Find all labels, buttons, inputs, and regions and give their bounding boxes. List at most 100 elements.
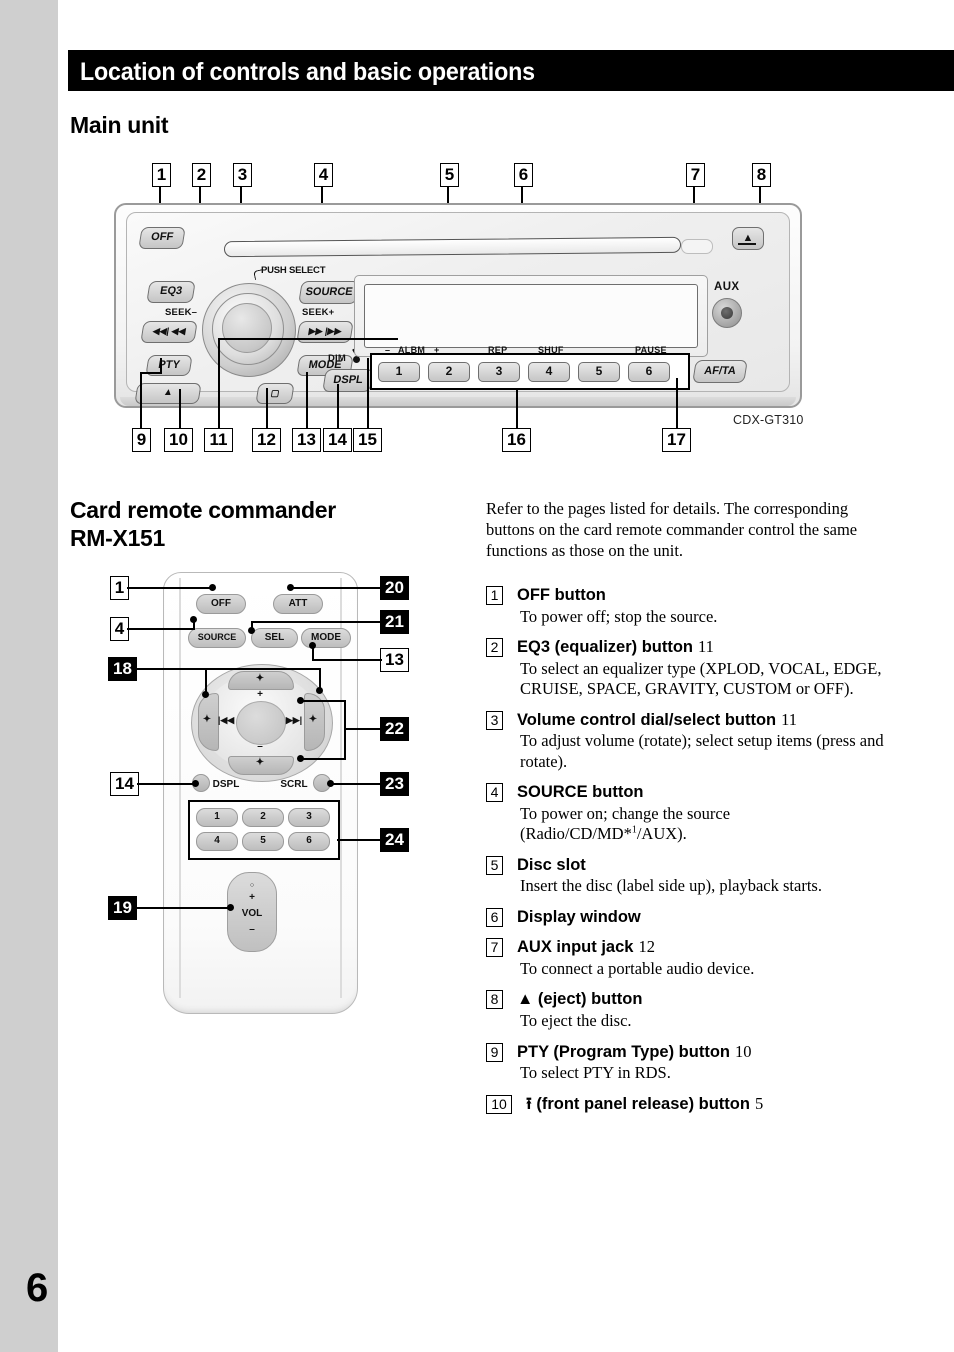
list-item-page-ref[interactable]: 12 <box>633 937 655 956</box>
list-item-title: OFF button <box>517 585 886 606</box>
off-button[interactable]: OFF <box>138 227 186 249</box>
list-item-page-ref[interactable]: 11 <box>776 710 797 729</box>
remote-off-button[interactable]: OFF <box>196 594 246 614</box>
remote-dot-14 <box>192 780 199 787</box>
list-item-number: 8 <box>486 990 503 1010</box>
eq3-button[interactable]: EQ3 <box>146 281 196 303</box>
list-item-title-text: PTY (Program Type) button <box>517 1042 730 1061</box>
reset-button[interactable]: ▢ <box>255 383 295 404</box>
list-item: 9 PTY (Program Type) button 10 To select … <box>486 1042 886 1084</box>
callout-17: 17 <box>662 428 691 452</box>
leader-line-11 <box>218 338 220 428</box>
preset-button-1[interactable]: 1 <box>378 362 420 382</box>
remote-number-button-5[interactable]: 5 <box>242 832 284 851</box>
remote-leader-20 <box>290 587 382 589</box>
list-item-number: 1 <box>486 586 503 605</box>
intro-paragraph: Refer to the pages listed for details. T… <box>486 499 858 561</box>
remote-commander-illustration: OFF ATT SOURCE SEL MODE ✦ ✦ ✦ ✦ + – |◀◀ … <box>163 572 358 1014</box>
preset-button-6[interactable]: 6 <box>628 362 670 382</box>
remote-dot-22b <box>297 755 304 762</box>
remote-att-button[interactable]: ATT <box>273 594 323 614</box>
list-item-title: Display window <box>517 907 886 928</box>
volume-dial-mid <box>212 293 284 365</box>
pause-label: PAUSE <box>635 345 667 355</box>
remote-callout-19: 19 <box>108 896 137 920</box>
dim-indicator-dot <box>353 356 360 363</box>
preset-button-4[interactable]: 4 <box>528 362 570 382</box>
list-item: 6 Display window <box>486 907 886 928</box>
preset-button-2[interactable]: 2 <box>428 362 470 382</box>
eject-icon: ▲ (eject) button <box>517 990 643 1009</box>
remote-dot-19 <box>227 904 234 911</box>
volume-control-dial[interactable] <box>202 283 296 377</box>
list-item-desc: To eject the disc. <box>520 1011 632 1031</box>
list-item: 4 SOURCE button To power on; change the … <box>486 782 886 845</box>
remote-number-button-6[interactable]: 6 <box>288 832 330 851</box>
list-item-desc: To select PTY in RDS. <box>520 1063 671 1083</box>
remote-dpad[interactable]: ✦ ✦ ✦ ✦ + – |◀◀ ▶▶| <box>191 664 333 782</box>
remote-dot-18 <box>202 691 209 698</box>
unit-bottom-strip <box>120 397 796 406</box>
vol-plus-glyph: + <box>249 892 255 903</box>
remote-number-button-1[interactable]: 1 <box>196 808 238 827</box>
remote-number-button-4[interactable]: 4 <box>196 832 238 851</box>
list-item: 10 ⭱ (front panel release) button 5 <box>486 1094 886 1115</box>
list-item: 2 EQ3 (equalizer) button 11 To select an … <box>486 637 886 700</box>
list-item-page-ref[interactable]: 10 <box>730 1042 752 1061</box>
remote-number-buttons-group: 1 2 3 4 5 6 <box>188 800 340 860</box>
remote-callout-24: 24 <box>380 828 409 852</box>
remote-dot-13 <box>309 642 316 649</box>
list-item: 7 AUX input jack 12 To connect a portable… <box>486 937 886 979</box>
remote-leader-22d <box>300 758 346 760</box>
af-ta-button[interactable]: AF/TA <box>692 360 748 383</box>
list-item-title-text: Volume control dial/select button <box>517 710 777 729</box>
leader-line-14 <box>337 384 339 428</box>
volume-dial-center[interactable] <box>222 303 272 353</box>
seek-minus-button[interactable]: ◀◀| ◀◀ <box>140 321 198 343</box>
list-item-number: 2 <box>486 638 503 658</box>
vol-circle-glyph: ○ <box>249 882 255 889</box>
remote-leader-14 <box>137 783 195 785</box>
remote-dspl-label: DSPL <box>212 779 240 790</box>
list-item-number: 7 <box>486 938 503 958</box>
remote-dpad-center[interactable] <box>236 701 286 745</box>
remote-callout-14: 14 <box>110 772 139 796</box>
list-item-page-ref[interactable]: 11 <box>693 637 714 656</box>
callout-10: 10 <box>164 428 193 452</box>
callout-1: 1 <box>152 163 171 187</box>
eject-underline <box>738 243 756 245</box>
leader-line-10 <box>179 389 181 428</box>
callout-3: 3 <box>233 163 252 187</box>
list-item-title-text: EQ3 (equalizer) button <box>517 638 694 657</box>
page-title: Location of controls and basic operation… <box>80 58 535 86</box>
source-button[interactable]: SOURCE <box>298 281 360 304</box>
remote-sel-button[interactable]: SEL <box>251 628 298 648</box>
front-panel-release-button[interactable]: ▲ <box>134 383 202 404</box>
dim-label: DIM <box>328 353 347 364</box>
preset-button-3[interactable]: 3 <box>478 362 520 382</box>
remote-callout-23: 23 <box>380 772 409 796</box>
remote-number-button-3[interactable]: 3 <box>288 808 330 827</box>
dpad-minus-glyph: – <box>257 741 263 752</box>
push-select-label: PUSH SELECT <box>261 265 326 276</box>
leader-line-17 <box>676 378 678 428</box>
remote-volume-button[interactable]: ○ + VOL – <box>227 872 277 952</box>
leader-line-12 <box>266 388 268 428</box>
list-item-number: 5 <box>486 855 503 875</box>
remote-leader-22b <box>344 700 346 760</box>
remote-leader-13b <box>312 647 314 661</box>
leader-line-9c <box>160 358 162 374</box>
preset-button-5[interactable]: 5 <box>578 362 620 382</box>
callout-2: 2 <box>192 163 211 187</box>
remote-source-button[interactable]: SOURCE <box>188 628 246 648</box>
remote-leader-18 <box>135 668 207 670</box>
list-item-title: AUX input jack 12 <box>517 937 886 958</box>
list-item-desc: To power off; stop the source. <box>520 606 718 626</box>
leader-line-9b <box>140 372 162 374</box>
list-item-title-text: SOURCE button <box>517 783 644 802</box>
eject-button[interactable]: ▲ <box>732 227 764 250</box>
remote-leader-19 <box>135 907 230 909</box>
list-item-page-ref[interactable]: 5 <box>750 1094 763 1113</box>
remote-number-button-2[interactable]: 2 <box>242 808 284 827</box>
aux-input-jack[interactable] <box>712 298 742 328</box>
